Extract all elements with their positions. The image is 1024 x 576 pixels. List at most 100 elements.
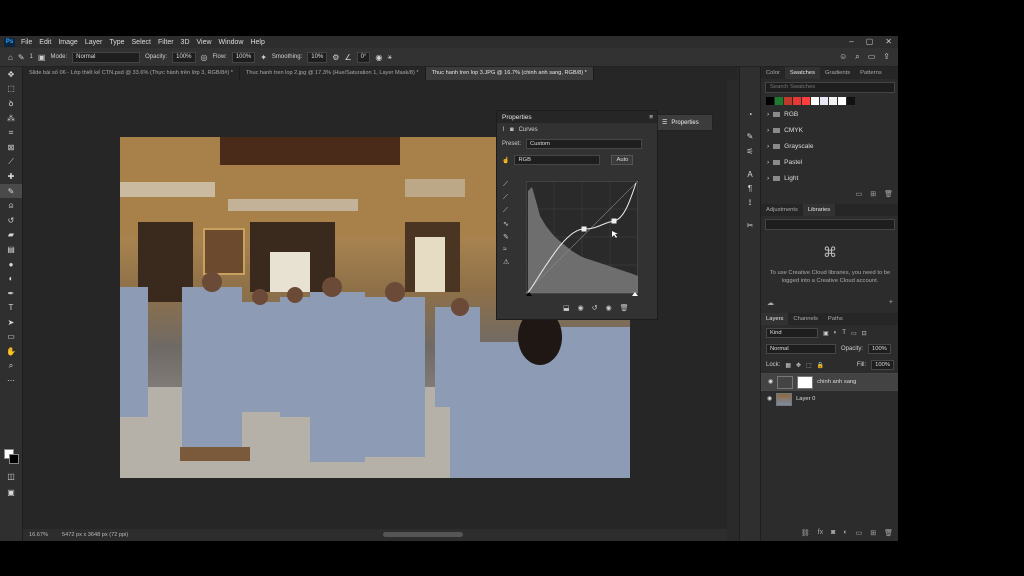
swatch[interactable] bbox=[775, 97, 783, 105]
auto-button[interactable]: Auto bbox=[611, 155, 634, 165]
share-upload-icon[interactable]: ⇪ bbox=[883, 52, 890, 62]
collapsed-properties-button[interactable]: ☰ Properties bbox=[657, 114, 713, 131]
rectangle-tool-icon[interactable]: ▭ bbox=[0, 330, 22, 345]
link-layers-icon[interactable]: ⛓ bbox=[801, 529, 810, 537]
smooth-curve-icon[interactable]: ≈ bbox=[503, 246, 509, 253]
smoothing-field[interactable]: 10% bbox=[307, 51, 328, 63]
trash-icon[interactable]: 🗑 bbox=[884, 190, 893, 198]
tab-layers[interactable]: Layers bbox=[761, 313, 789, 325]
angle-field[interactable]: 0° bbox=[356, 51, 371, 63]
more-tools-icon[interactable]: ⋯ bbox=[0, 373, 22, 388]
menu-image[interactable]: Image bbox=[58, 39, 77, 46]
filter-type-icon[interactable]: T bbox=[842, 330, 846, 336]
share-icon[interactable]: ☺ bbox=[839, 52, 847, 62]
menu-help[interactable]: Help bbox=[250, 39, 264, 46]
swatch-folder-cmyk[interactable]: › CMYK bbox=[761, 122, 898, 138]
frame-tool-icon[interactable]: ⊠ bbox=[0, 140, 22, 155]
black-point-eyedropper-icon[interactable]: ⟋ bbox=[503, 181, 509, 189]
flow-field[interactable]: 100% bbox=[231, 51, 256, 63]
layer-name[interactable]: chinh anh sang bbox=[817, 378, 856, 386]
channel-select[interactable]: RGB bbox=[514, 155, 601, 165]
pressure-opacity-icon[interactable]: ◎ bbox=[201, 53, 208, 62]
swatch[interactable] bbox=[766, 97, 774, 105]
gray-point-eyedropper-icon[interactable]: ⟋ bbox=[503, 194, 509, 202]
swatch[interactable] bbox=[838, 97, 846, 105]
tab-document-2[interactable]: Thuc hanh tren lop 2.jpg @ 17.3% (Hue/Sa… bbox=[240, 67, 426, 80]
swatch-folder-pastel[interactable]: › Pastel bbox=[761, 154, 898, 170]
curves-graph[interactable] bbox=[525, 180, 639, 296]
magic-wand-tool-icon[interactable]: ⁂ bbox=[0, 111, 22, 126]
trash-icon[interactable]: 🗑 bbox=[884, 529, 893, 537]
lock-position-icon[interactable]: ✥ bbox=[796, 362, 801, 369]
screen-mode-icon[interactable]: ▣ bbox=[0, 485, 22, 500]
reset-icon[interactable]: ↺ bbox=[592, 304, 598, 312]
opacity-field[interactable]: 100% bbox=[172, 51, 196, 63]
add-icon[interactable]: + bbox=[889, 299, 893, 307]
brush-settings-icon[interactable]: ▣ bbox=[38, 53, 46, 62]
clipping-warning-icon[interactable]: ⚠ bbox=[503, 258, 509, 266]
tab-paths[interactable]: Paths bbox=[823, 313, 848, 325]
quick-mask-icon[interactable]: ◫ bbox=[0, 469, 22, 484]
clip-to-layer-icon[interactable]: ⬓ bbox=[563, 304, 570, 312]
type-tool-icon[interactable]: T bbox=[0, 301, 22, 316]
target-adjust-icon[interactable]: ☝ bbox=[502, 157, 509, 164]
swatch-folder-rgb[interactable]: › RGB bbox=[761, 106, 898, 122]
move-tool-icon[interactable]: ✥ bbox=[0, 67, 22, 82]
swatch[interactable] bbox=[784, 97, 792, 105]
blend-mode-select[interactable]: Normal bbox=[766, 344, 836, 354]
lasso-tool-icon[interactable]: ꝺ bbox=[0, 96, 22, 111]
tab-patterns[interactable]: Patterns bbox=[855, 67, 887, 79]
gradient-tool-icon[interactable]: ▤ bbox=[0, 242, 22, 257]
zoom-level[interactable]: 16.67% bbox=[29, 532, 48, 538]
new-layer-icon[interactable]: ⊞ bbox=[870, 529, 876, 537]
close-icon[interactable]: ✕ bbox=[885, 37, 892, 46]
pressure-size-icon[interactable]: ◉ bbox=[375, 53, 382, 62]
brush-size-value[interactable]: 1 bbox=[30, 54, 33, 60]
hand-tool-icon[interactable]: ✋ bbox=[0, 344, 22, 359]
search-icon[interactable]: ⌕ bbox=[855, 52, 859, 62]
filter-adjustment-icon[interactable]: ◐ bbox=[834, 330, 838, 336]
swatch-folder-light[interactable]: › Light bbox=[761, 170, 898, 186]
lock-pixels-icon[interactable]: ▦ bbox=[785, 362, 791, 369]
edit-points-icon[interactable]: ∿ bbox=[503, 220, 509, 228]
cloud-icon[interactable]: ☁ bbox=[767, 299, 774, 307]
eyedropper-tool-icon[interactable]: ⟋ bbox=[0, 155, 22, 170]
brush-panel-icon[interactable]: ✎ bbox=[740, 130, 760, 145]
add-mask-icon[interactable]: ◙ bbox=[831, 529, 835, 537]
layer-style-icon[interactable]: fx bbox=[818, 529, 823, 537]
trash-icon[interactable]: 🗑 bbox=[620, 304, 629, 312]
swatches-search-input[interactable]: Search Swatches bbox=[765, 82, 895, 93]
white-point-eyedropper-icon[interactable]: ⟋ bbox=[503, 207, 509, 215]
swatch-folder-grayscale[interactable]: › Grayscale bbox=[761, 138, 898, 154]
menu-edit[interactable]: Edit bbox=[39, 39, 51, 46]
layer-name[interactable]: Layer 0 bbox=[796, 396, 815, 402]
menu-window[interactable]: Window bbox=[219, 39, 244, 46]
healing-brush-tool-icon[interactable]: ✚ bbox=[0, 169, 22, 184]
blur-tool-icon[interactable]: ● bbox=[0, 257, 22, 272]
background-color-swatch[interactable] bbox=[9, 454, 19, 464]
gear-icon[interactable]: ⚙ bbox=[332, 53, 339, 62]
visibility-eye-icon[interactable]: ◉ bbox=[768, 378, 773, 386]
new-group-icon[interactable]: ▭ bbox=[856, 190, 863, 198]
brush-tool-icon[interactable]: ✎ bbox=[0, 183, 22, 199]
swatch[interactable] bbox=[811, 97, 819, 105]
path-selection-tool-icon[interactable]: ➤ bbox=[0, 315, 22, 330]
properties-header[interactable]: Properties ≡ bbox=[497, 111, 657, 123]
mode-select[interactable]: Normal bbox=[72, 51, 141, 63]
tab-document-1[interactable]: Slide bài số 06 - Lớp thiết kế CTN.psd @… bbox=[23, 67, 240, 80]
layer-row[interactable]: ◉ chinh anh sang bbox=[761, 373, 898, 391]
marquee-tool-icon[interactable]: ⬚ bbox=[0, 82, 22, 97]
panel-menu-icon[interactable]: ≡ bbox=[649, 114, 653, 121]
pen-tool-icon[interactable]: ✒ bbox=[0, 286, 22, 301]
new-adjustment-icon[interactable]: ◐ bbox=[843, 529, 847, 537]
swatch[interactable] bbox=[829, 97, 837, 105]
tab-document-3[interactable]: Thuc hanh tren lop 3.JPG @ 16.7% (chinh … bbox=[425, 67, 594, 80]
maximize-icon[interactable]: ▢ bbox=[866, 37, 874, 46]
crop-tool-icon[interactable]: ⌗ bbox=[0, 125, 22, 140]
brush-tool-icon[interactable]: ✎ bbox=[18, 53, 25, 62]
zoom-tool-icon[interactable]: ⌕ bbox=[0, 359, 22, 374]
visibility-eye-icon[interactable]: ◉ bbox=[767, 396, 772, 402]
new-swatch-icon[interactable]: ⊞ bbox=[870, 190, 876, 198]
home-icon[interactable]: ⌂ bbox=[8, 53, 13, 62]
history-panel-icon[interactable]: ◔ bbox=[740, 107, 760, 122]
